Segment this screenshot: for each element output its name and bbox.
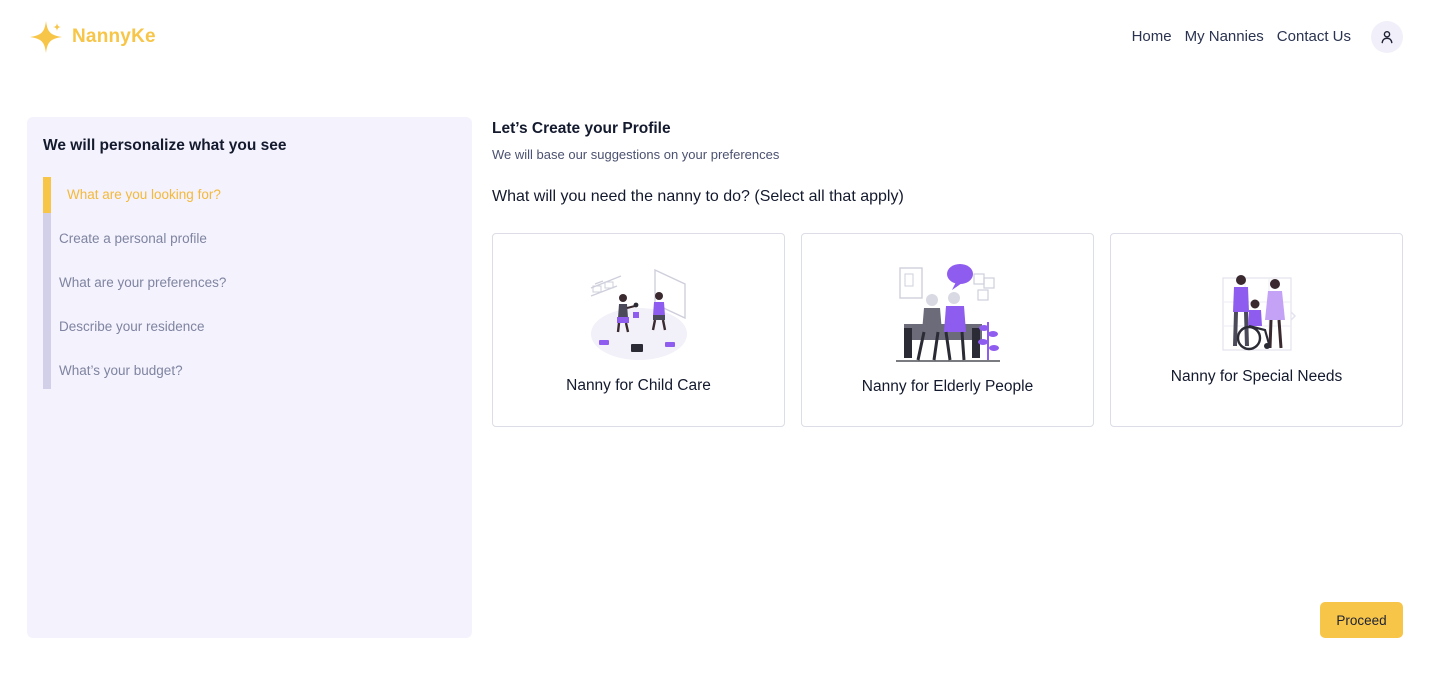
step-budget[interactable]: What’s your budget? bbox=[59, 363, 183, 378]
option-label: Nanny for Special Needs bbox=[1170, 368, 1343, 385]
top-header: NannyKe Home My Nannies Contact Us bbox=[0, 0, 1435, 75]
step-residence[interactable]: Describe your residence bbox=[59, 319, 205, 334]
child-care-illustration bbox=[590, 268, 687, 360]
steps-active-indicator bbox=[43, 177, 51, 213]
sparkle-icon bbox=[30, 21, 62, 53]
main-nav: Home My Nannies Contact Us bbox=[1132, 28, 1351, 45]
option-label: Nanny for Elderly People bbox=[861, 378, 1034, 395]
avatar-button[interactable] bbox=[1371, 21, 1403, 53]
step-personal-profile[interactable]: Create a personal profile bbox=[59, 231, 207, 246]
profile-steps-sidebar: We will personalize what you see What ar… bbox=[27, 117, 472, 638]
option-card-elderly[interactable]: Nanny for Elderly People bbox=[801, 233, 1094, 427]
nav-home-link[interactable]: Home bbox=[1132, 28, 1172, 45]
option-card-special-needs[interactable]: Nanny for Special Needs bbox=[1110, 233, 1403, 427]
brand-logo[interactable]: NannyKe bbox=[28, 20, 156, 54]
sidebar-title: We will personalize what you see bbox=[43, 137, 287, 154]
special-needs-illustration bbox=[1221, 275, 1296, 351]
question-text: What will you need the nanny to do? (Sel… bbox=[492, 188, 904, 205]
proceed-button[interactable]: Proceed bbox=[1320, 602, 1403, 638]
option-card-child-care[interactable]: Nanny for Child Care bbox=[492, 233, 785, 427]
nav-contact-us-link[interactable]: Contact Us bbox=[1277, 28, 1351, 45]
brand-name: NannyKe bbox=[72, 26, 156, 47]
step-looking-for[interactable]: What are you looking for? bbox=[67, 187, 221, 202]
nav-my-nannies-link[interactable]: My Nannies bbox=[1185, 28, 1264, 45]
user-icon bbox=[1381, 31, 1393, 44]
option-label: Nanny for Child Care bbox=[566, 377, 711, 394]
page-title: Let’s Create your Profile bbox=[492, 120, 671, 137]
step-preferences[interactable]: What are your preferences? bbox=[59, 275, 226, 290]
elderly-care-illustration bbox=[895, 264, 1000, 362]
page-subtitle: We will base our suggestions on your pre… bbox=[492, 147, 780, 162]
